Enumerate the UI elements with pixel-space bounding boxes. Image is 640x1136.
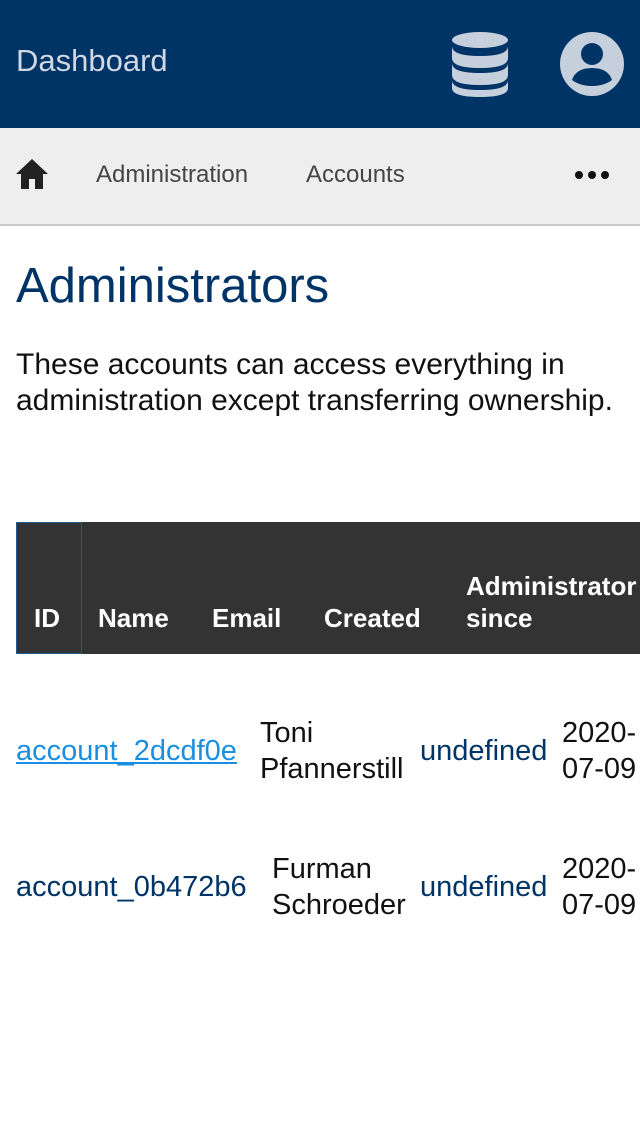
account-created-date-part1: 2020- (562, 717, 637, 749)
account-created-date-part2: 07-09 (562, 889, 637, 921)
more-horizontal-icon[interactable] (572, 162, 612, 188)
breadcrumb: Administration Accounts (0, 128, 640, 226)
account-email: undefined (420, 735, 548, 767)
account-name-first: Toni (260, 717, 314, 749)
account-email: undefined (420, 871, 548, 903)
database-icon[interactable] (448, 30, 512, 98)
column-header-email[interactable]: Email (212, 602, 281, 634)
breadcrumb-item-administration[interactable]: Administration (96, 159, 248, 191)
column-header-name[interactable]: Name (98, 602, 169, 634)
account-created-date-part2: 07-09 (562, 753, 637, 785)
page-title: Administrators (16, 259, 330, 313)
table-header: ID Name Email Created Administrator sinc… (16, 522, 640, 654)
dashboard-link[interactable]: Dashboard (16, 42, 168, 80)
account-name-first: Furman (272, 853, 372, 885)
id-column-focus-outline (16, 522, 82, 654)
breadcrumb-item-accounts[interactable]: Accounts (306, 159, 405, 191)
account-id-link[interactable]: account_2dcdf0e (16, 733, 237, 769)
column-header-administrator-since[interactable]: Administrator since (466, 570, 640, 634)
top-app-bar: Dashboard (0, 0, 640, 128)
account-created-date-part1: 2020- (562, 853, 637, 885)
home-icon[interactable] (14, 156, 50, 192)
column-header-id[interactable]: ID (34, 602, 60, 634)
account-name-last: Pfannerstill (260, 753, 404, 785)
account-id-link[interactable]: account_0b472b6 (16, 869, 247, 905)
page-description: These accounts can access everything in … (16, 348, 613, 417)
column-header-created[interactable]: Created (324, 602, 421, 634)
account-circle-icon[interactable] (558, 30, 626, 98)
account-name-last: Schroeder (272, 889, 406, 921)
